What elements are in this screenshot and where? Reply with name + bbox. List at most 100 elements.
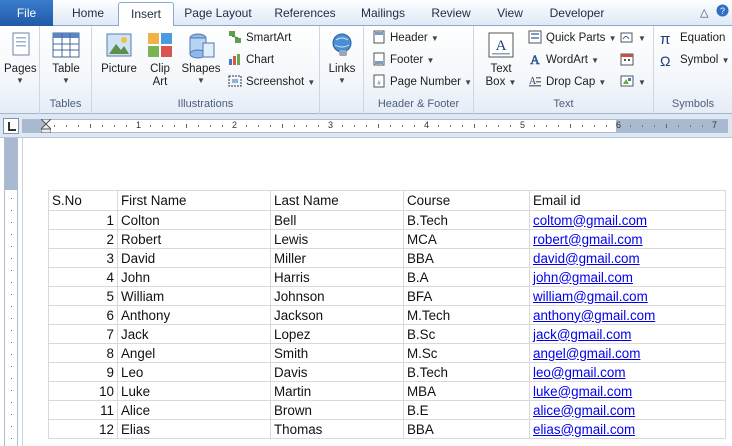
document-page[interactable]: S.No First Name Last Name Course Email i… [22,138,732,446]
cell-course[interactable]: B.Tech [403,362,530,382]
cell-sno[interactable]: 6 [48,305,118,325]
cell-email[interactable]: robert@gmail.com [529,229,726,249]
cell-sno[interactable]: 11 [48,400,118,420]
email-link[interactable]: david@gmail.com [533,251,640,266]
symbol-button[interactable]: Ω Symbol ▼ [660,50,729,70]
cell-course[interactable]: MBA [403,381,530,401]
cell-last-name[interactable]: Bell [270,210,404,230]
signature-line-button[interactable]: ▼ [620,28,646,48]
cell-course[interactable]: BBA [403,248,530,268]
cell-first-name[interactable]: John [117,267,271,287]
email-link[interactable]: angel@gmail.com [533,346,640,361]
tab-file[interactable]: File [0,0,53,26]
clip-art-button[interactable]: Clip Art [144,30,176,89]
cell-sno[interactable]: 7 [48,324,118,344]
table-button[interactable]: Table ▼ [46,30,86,85]
cell-last-name[interactable]: Brown [270,400,404,420]
text-box-button[interactable]: A Text Box ▼ [482,30,520,89]
cell-sno[interactable]: 5 [48,286,118,306]
cell-course[interactable]: BBA [403,419,530,439]
date-time-button[interactable] [620,50,638,70]
cell-email[interactable]: coltom@gmail.com [529,210,726,230]
cell-sno[interactable]: 9 [48,362,118,382]
tab-view[interactable]: View [488,4,532,26]
cell-sno[interactable]: 1 [48,210,118,230]
tab-page-layout[interactable]: Page Layout [180,4,256,26]
insert-object-button[interactable]: ▼ [620,72,646,92]
tab-insert[interactable]: Insert [118,2,174,27]
shapes-button[interactable]: Shapes ▼ [180,30,222,85]
cell-last-name[interactable]: Smith [270,343,404,363]
cell-first-name[interactable]: Colton [117,210,271,230]
cell-last-name[interactable]: Harris [270,267,404,287]
students-table[interactable]: S.No First Name Last Name Course Email i… [48,190,726,439]
header-course[interactable]: Course [403,190,530,211]
email-link[interactable]: leo@gmail.com [533,365,625,380]
email-link[interactable]: alice@gmail.com [533,403,635,418]
cell-email[interactable]: luke@gmail.com [529,381,726,401]
cell-last-name[interactable]: Lopez [270,324,404,344]
footer-button[interactable]: Footer ▼ [372,50,434,70]
cell-sno[interactable]: 10 [48,381,118,401]
picture-button[interactable]: Picture [98,30,140,76]
cell-email[interactable]: william@gmail.com [529,286,726,306]
cell-first-name[interactable]: Elias [117,419,271,439]
page-number-button[interactable]: # Page Number ▼ [372,72,472,92]
email-link[interactable]: john@gmail.com [533,270,633,285]
tab-selector[interactable] [3,118,19,134]
cell-first-name[interactable]: Robert [117,229,271,249]
cell-course[interactable]: BFA [403,286,530,306]
indent-marker-icon[interactable] [41,119,51,133]
cell-first-name[interactable]: William [117,286,271,306]
smartart-button[interactable]: SmartArt [228,28,291,48]
cell-first-name[interactable]: Alice [117,400,271,420]
cell-first-name[interactable]: Anthony [117,305,271,325]
cell-first-name[interactable]: David [117,248,271,268]
email-link[interactable]: robert@gmail.com [533,232,643,247]
cell-course[interactable]: M.Tech [403,305,530,325]
cell-email[interactable]: john@gmail.com [529,267,726,287]
email-link[interactable]: william@gmail.com [533,289,648,304]
cell-sno[interactable]: 3 [48,248,118,268]
cell-last-name[interactable]: Davis [270,362,404,382]
cell-course[interactable]: B.Tech [403,210,530,230]
cell-email[interactable]: alice@gmail.com [529,400,726,420]
cell-first-name[interactable]: Leo [117,362,271,382]
email-link[interactable]: luke@gmail.com [533,384,632,399]
cell-email[interactable]: angel@gmail.com [529,343,726,363]
minimize-ribbon-icon[interactable]: △ [700,6,708,19]
cell-course[interactable]: B.E [403,400,530,420]
header-email[interactable]: Email id [529,190,726,211]
links-button[interactable]: Links ▼ [324,30,360,85]
cell-email[interactable]: anthony@gmail.com [529,305,726,325]
cell-course[interactable]: MCA [403,229,530,249]
cell-first-name[interactable]: Jack [117,324,271,344]
cell-last-name[interactable]: Jackson [270,305,404,325]
pages-button[interactable]: Pages ▼ [4,30,37,85]
cell-last-name[interactable]: Miller [270,248,404,268]
cell-last-name[interactable]: Johnson [270,286,404,306]
cell-email[interactable]: leo@gmail.com [529,362,726,382]
quick-parts-button[interactable]: Quick Parts ▼ [528,28,617,48]
header-button[interactable]: Header ▼ [372,28,439,48]
cell-sno[interactable]: 2 [48,229,118,249]
header-sno[interactable]: S.No [48,190,118,211]
cell-sno[interactable]: 4 [48,267,118,287]
cell-course[interactable]: B.Sc [403,324,530,344]
vertical-ruler[interactable] [4,138,18,446]
tab-home[interactable]: Home [62,4,114,26]
cell-email[interactable]: jack@gmail.com [529,324,726,344]
tab-review[interactable]: Review [424,4,478,26]
wordart-button[interactable]: A WordArt ▼ [528,50,599,70]
equation-button[interactable]: π Equation [660,28,725,48]
email-link[interactable]: coltom@gmail.com [533,213,647,228]
screenshot-button[interactable]: Screenshot ▼ [228,72,315,92]
chart-button[interactable]: Chart [228,50,274,70]
cell-first-name[interactable]: Luke [117,381,271,401]
help-icon[interactable]: ? [716,4,729,20]
horizontal-ruler[interactable]: 1 2 3 4 5 6 7 [22,119,728,133]
cell-last-name[interactable]: Thomas [270,419,404,439]
cell-course[interactable]: B.A [403,267,530,287]
cell-sno[interactable]: 12 [48,419,118,439]
email-link[interactable]: elias@gmail.com [533,422,635,437]
